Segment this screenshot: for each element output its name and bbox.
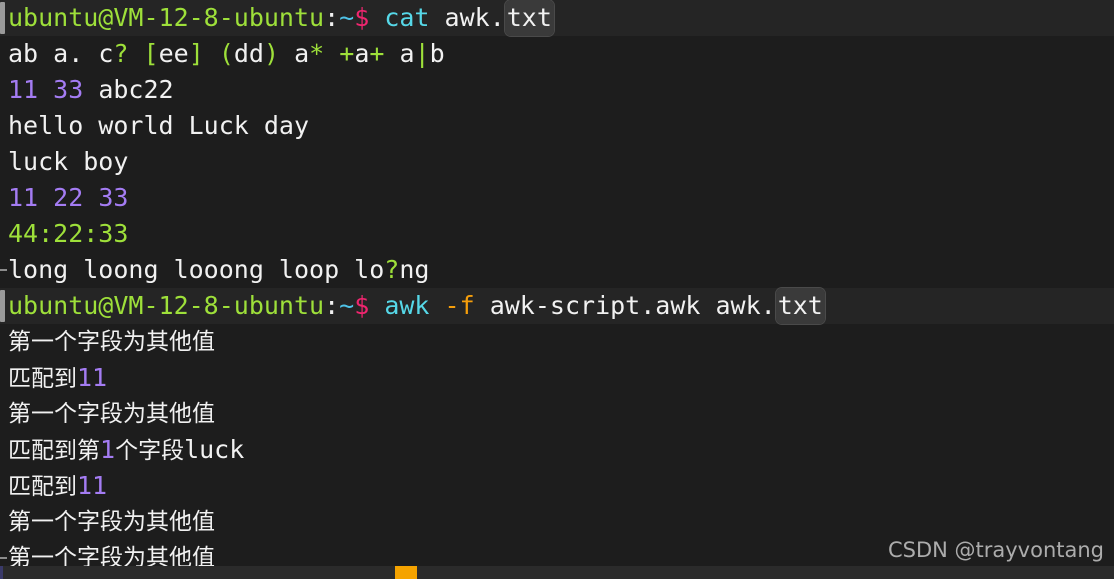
horizontal-scrollbar-thumb[interactable] — [395, 566, 417, 579]
terminal-output-line: ab a. c? [ee] (dd) a* +a+ a|b — [0, 36, 1114, 72]
terminal-text-span: $ — [354, 3, 370, 32]
terminal-text-span: 11 — [77, 363, 108, 392]
terminal-output-line: 11 33 abc22 — [0, 72, 1114, 108]
terminal-output-line: hello world Luck day — [0, 108, 1114, 144]
terminal-text-span — [128, 39, 143, 68]
terminal-prompt-line: ubuntu@VM-12-8-ubuntu:~$ cat awk.txt — [0, 0, 1114, 36]
terminal-text-span: + — [339, 39, 355, 68]
terminal-text-span: awk. — [429, 3, 505, 32]
terminal-text-span: luck — [184, 435, 245, 464]
terminal-text-span: ? — [113, 39, 129, 68]
terminal-text-span: a — [354, 39, 370, 68]
terminal-text-span: : — [324, 3, 340, 32]
terminal-text-span: ) — [263, 39, 280, 68]
completion-chip: txt — [775, 288, 825, 324]
terminal-text-span: ee — [158, 39, 189, 68]
terminal-output-line: luck boy — [0, 144, 1114, 180]
terminal-output-line: 第一个字段为其他值 — [0, 324, 1114, 360]
terminal-text-span — [429, 291, 444, 320]
terminal-output-line: 44:22:33 — [0, 216, 1114, 252]
terminal-text-span: ( — [218, 39, 234, 68]
terminal-text-span: c — [83, 39, 114, 68]
terminal-text-span: . — [68, 39, 84, 68]
terminal-text-span: 33 — [98, 183, 129, 212]
terminal-text-span — [324, 39, 339, 68]
terminal-text-span: ubuntu@VM-12-8-ubuntu — [8, 291, 325, 320]
terminal-output-line: 匹配到第1个字段luck — [0, 432, 1114, 468]
terminal-text-span: [ — [143, 39, 159, 68]
terminal-text-span: luck boy — [8, 147, 129, 176]
terminal-output-line: 11 22 33 — [0, 180, 1114, 216]
terminal-text-span: b — [429, 39, 445, 68]
terminal-text-span: awk-script.awk awk. — [474, 291, 776, 320]
terminal-text-span — [38, 183, 53, 212]
line-continuation-marker — [0, 269, 7, 271]
terminal-text-span: 第一个字段为其他值 — [8, 509, 215, 535]
terminal-text-span: abc22 — [83, 75, 174, 104]
terminal-text-span: 33 — [53, 75, 84, 104]
terminal-text-span: a — [384, 39, 415, 68]
terminal-text-span: 11 — [8, 75, 39, 104]
terminal-text-span: dd — [233, 39, 264, 68]
terminal-text-span: -f — [444, 291, 475, 320]
terminal-text-span: ~ — [339, 291, 355, 320]
terminal-output-line: 匹配到11 — [0, 468, 1114, 504]
terminal-text-span: ? — [384, 255, 400, 284]
completion-chip: txt — [504, 0, 554, 36]
terminal-text-span: 11 — [77, 471, 108, 500]
terminal-output-line: 第一个字段为其他值 — [0, 504, 1114, 540]
terminal-text-span: ubuntu@VM-12-8-ubuntu — [8, 3, 325, 32]
terminal-text-span: ] — [188, 39, 204, 68]
terminal-text-span: ng — [399, 255, 430, 284]
terminal-text-span: 匹配到 — [8, 474, 77, 500]
terminal-text-span: * — [309, 39, 325, 68]
terminal-text-span: long loong looong loop lo — [8, 255, 385, 284]
terminal-text-span: cat — [384, 3, 430, 32]
terminal-text-span: 个字段 — [115, 438, 185, 464]
terminal-text-span — [83, 183, 98, 212]
terminal-output-line: 匹配到11 — [0, 360, 1114, 396]
terminal-text-span: awk — [384, 291, 430, 320]
horizontal-scrollbar-track[interactable] — [0, 566, 1114, 579]
scrollbar-corner — [0, 566, 3, 579]
terminal-output-area[interactable]: ubuntu@VM-12-8-ubuntu:~$ cat awk.txt ab a… — [0, 0, 1114, 576]
terminal-text-span: 44:22:33 — [8, 219, 129, 248]
terminal-text-span: ab a — [8, 39, 69, 68]
terminal-output-line: long loong looong loop lo?ng — [0, 252, 1114, 288]
prompt-start-marker — [0, 2, 5, 34]
terminal-text-span — [369, 3, 384, 32]
terminal-text-span: 第一个字段为其他值 — [8, 401, 215, 427]
terminal-text-span: $ — [354, 291, 370, 320]
terminal-text-span: 22 — [53, 183, 84, 212]
terminal-text-span: 1 — [100, 435, 116, 464]
terminal-text-span — [369, 291, 384, 320]
line-continuation-marker — [0, 557, 7, 559]
terminal-text-span: 第一个字段为其他值 — [8, 329, 215, 355]
terminal-text-span: hello world Luck day — [8, 111, 310, 140]
terminal-text-span: 匹配到第 — [8, 438, 100, 464]
terminal-window[interactable]: ubuntu@VM-12-8-ubuntu:~$ cat awk.txt ab a… — [0, 0, 1114, 579]
terminal-text-span: + — [369, 39, 385, 68]
terminal-text-span: 匹配到 — [8, 366, 77, 392]
terminal-text-span: | — [414, 39, 430, 68]
terminal-text-span: : — [324, 291, 340, 320]
terminal-output-line: 第一个字段为其他值 — [0, 396, 1114, 432]
terminal-text-span: a — [279, 39, 310, 68]
terminal-text-span: ~ — [339, 3, 355, 32]
terminal-prompt-line: ubuntu@VM-12-8-ubuntu:~$ awk -f awk-scri… — [0, 288, 1114, 324]
terminal-text-span: 11 — [8, 183, 39, 212]
prompt-start-marker — [0, 290, 5, 322]
terminal-text-span — [38, 75, 53, 104]
terminal-text-span — [204, 39, 219, 68]
